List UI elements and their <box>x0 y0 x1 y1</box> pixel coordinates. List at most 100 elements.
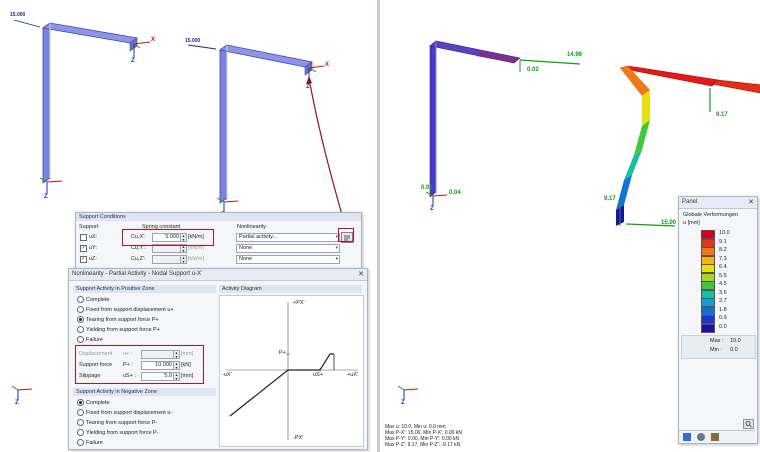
search-icon <box>745 421 752 428</box>
legend-row: 4.5 <box>701 280 751 290</box>
positive-zone-header: Support Activity in Positive Zone <box>73 285 216 293</box>
uy-nonlinearity-select[interactable]: None ▾ <box>236 244 340 253</box>
neg-option-complete[interactable]: Complete <box>77 399 110 406</box>
support-conditions-title: Support Conditions <box>76 213 361 221</box>
radio-selected-icon <box>77 399 84 406</box>
neg-option-failure[interactable]: Failure <box>77 439 103 446</box>
panel-toolbar <box>679 430 755 443</box>
diagram-label-us-plus: uS+ <box>313 372 323 378</box>
load-arrow-1 <box>13 19 41 28</box>
result-axis-z-1: Z <box>430 206 434 212</box>
ux-checkbox[interactable] <box>80 234 87 241</box>
pos-option-label: Tearing from support force P+ <box>86 316 159 323</box>
close-icon[interactable]: ✕ <box>358 269 364 280</box>
legend-value: 2.7 <box>719 298 727 304</box>
load-label-2: 15.000 <box>185 38 201 44</box>
legend-value: 0.9 <box>719 315 727 321</box>
ux-nonlinearity-select[interactable]: Partial activity... ▾ <box>236 233 340 242</box>
zoom-button[interactable] <box>743 419 754 429</box>
table-icon[interactable] <box>683 433 691 441</box>
legend-row: 6.4 <box>701 263 751 273</box>
radio-selected-icon <box>77 316 84 323</box>
callout-arrow <box>308 77 348 233</box>
activity-diagram <box>219 295 364 447</box>
radio-icon <box>77 429 84 436</box>
reaction-arrow-1 <box>519 59 581 65</box>
result-value-2: 0.02 <box>527 67 539 73</box>
negative-zone-header: Support Activity in Negative Zone <box>73 388 216 396</box>
pos-option-label: Yielding from support force P+ <box>86 326 160 333</box>
load-label-1: 15.000 <box>10 12 26 18</box>
scale-icon[interactable] <box>711 433 719 441</box>
legend-value: 1.8 <box>719 306 727 313</box>
min-value: 0.0 <box>730 347 738 353</box>
panel-maxmin: Max : 10.0 Min : 0.0 <box>681 335 756 359</box>
legend-row: 3.6 <box>701 289 751 299</box>
axis-z-label-2: Z <box>306 84 310 90</box>
cuz-unit: [kN/m] <box>188 256 204 262</box>
radio-icon <box>77 326 84 333</box>
settings-icon[interactable] <box>697 433 705 441</box>
diagram-label-p-bottom: -PX' <box>293 435 304 441</box>
diagram-label-p-plus: P+ <box>279 350 286 356</box>
neg-option-label: Failure <box>86 439 103 446</box>
chevron-down-icon: ▾ <box>335 245 338 251</box>
legend-row: 0.0 <box>701 323 751 333</box>
legend-value: 4.5 <box>719 281 727 287</box>
result-base-triad-1 <box>425 191 448 206</box>
neg-option-label: Fixed from support displacement u- <box>86 409 173 416</box>
highlight-spring <box>122 229 214 246</box>
legend-value: 7.3 <box>719 255 727 262</box>
diagram-label-ux-neg: -uX' <box>222 372 232 378</box>
neg-option-yielding[interactable]: Yielding from support force P- <box>77 429 159 436</box>
legend-row: 10.0 <box>701 229 751 239</box>
legend-row: 8.2 <box>701 246 751 256</box>
legend-value: 9.1 <box>719 238 727 245</box>
radio-icon <box>77 409 84 416</box>
ux-label: uX: <box>89 234 98 240</box>
neg-option-label: Tearing from support force P- <box>86 419 158 426</box>
radio-icon <box>77 306 84 313</box>
close-icon[interactable]: ✕ <box>748 197 754 208</box>
uy-checkbox[interactable]: ✓ <box>80 245 87 252</box>
chevron-down-icon: ▾ <box>335 256 338 262</box>
max-label: Max : <box>710 338 724 344</box>
pos-option-yielding[interactable]: Yielding from support force P+ <box>77 326 160 333</box>
uz-nonlinearity-select[interactable]: None ▾ <box>236 255 340 264</box>
legend-value: 3.6 <box>719 289 727 296</box>
col-support-header: Support <box>79 224 99 230</box>
panel-title: Panel <box>682 199 698 205</box>
panel-subtitle: Globale Verformungen <box>683 212 739 218</box>
result-value-3: 9.17 <box>716 112 728 118</box>
pos-option-complete[interactable]: Complete <box>77 296 110 303</box>
neg-option-fixed[interactable]: Fixed from support displacement u- <box>77 409 172 416</box>
pos-option-label: Complete <box>86 296 110 303</box>
result-corner-triad <box>397 385 419 400</box>
pos-option-fixed[interactable]: Fixed from support displacement u+ <box>77 306 174 313</box>
legend-row: 2.7 <box>701 297 751 307</box>
result-value-1: 14.96 <box>567 52 583 58</box>
neg-option-tearing[interactable]: Tearing from support force P- <box>77 419 157 426</box>
legend-row: 1.8 <box>701 306 751 316</box>
ux-nonlinearity-value: Partial activity... <box>239 234 278 240</box>
pos-option-failure[interactable]: Failure <box>77 336 103 343</box>
legend-value: 5.5 <box>719 272 727 279</box>
axis-z-label-1: Z <box>131 58 135 64</box>
load-arrow-2 <box>187 44 217 50</box>
diagram-label-ux-pos: +uX' <box>347 372 358 378</box>
axis-x-label-2: X <box>325 62 330 68</box>
corner-triad-left <box>11 385 33 400</box>
cuz-input[interactable] <box>152 255 182 264</box>
diagram-label-p-top: +PX' <box>293 300 305 306</box>
uz-checkbox[interactable]: ✓ <box>80 256 87 263</box>
neg-option-label: Yielding from support force P- <box>86 429 159 436</box>
cuz-spinner[interactable]: ▴ ▾ <box>180 255 187 264</box>
pos-option-tearing[interactable]: Tearing from support force P+ <box>77 316 159 323</box>
highlight-parameters <box>75 345 204 384</box>
activity-diagram-header: Activity Diagram <box>219 285 362 293</box>
base-triad-1 <box>39 177 63 194</box>
activity-diagram-plot <box>226 302 358 440</box>
legend-row: 5.5 <box>701 272 751 282</box>
legend-row: 9.1 <box>701 238 751 248</box>
nonlinearity-dialog-title: Nonlinearity - Partial Activity - Nodal … <box>72 271 203 277</box>
